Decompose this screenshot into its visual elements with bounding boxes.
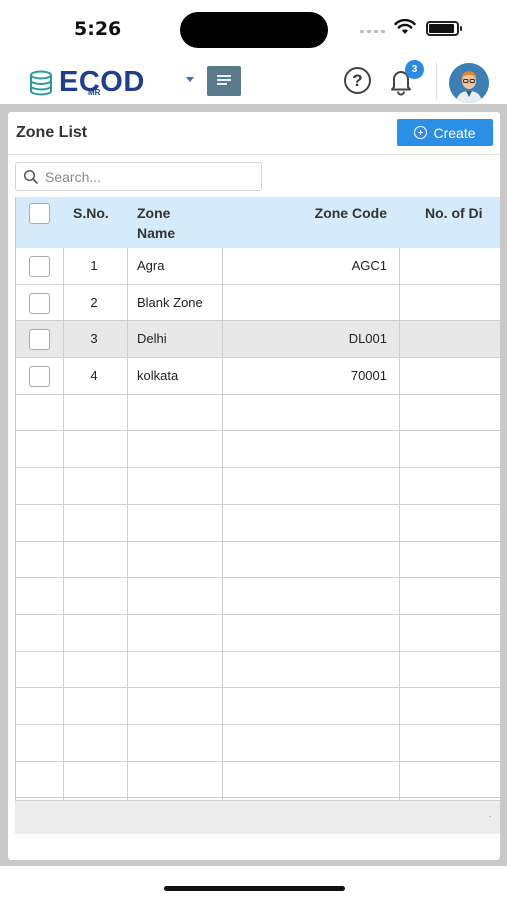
search-box[interactable]	[15, 162, 262, 191]
zone-table: S.No. Zone Name Zone Code No. of Di 1 Agr…	[15, 197, 500, 800]
table-row[interactable]: 3 Delhi DL001	[16, 321, 500, 359]
row-zone-name: Delhi	[137, 331, 167, 347]
column-divider	[399, 248, 400, 800]
column-header-zone-name[interactable]: Zone Name	[137, 203, 197, 243]
row-zone-code: AGC1	[351, 258, 387, 273]
help-button[interactable]: ?	[344, 67, 371, 94]
column-header-sno[interactable]: S.No.	[73, 203, 109, 223]
empty-table-row	[16, 432, 500, 469]
row-sno: 1	[90, 258, 98, 273]
column-divider	[222, 248, 223, 800]
empty-table-row	[16, 725, 500, 762]
cellular-signal-icon	[360, 30, 385, 33]
row-checkbox[interactable]	[29, 366, 50, 388]
row-zone-code: 70001	[350, 368, 387, 384]
status-bar: 5:26	[0, 0, 507, 58]
chevron-down-icon[interactable]	[186, 77, 194, 82]
empty-table-row	[16, 615, 500, 652]
empty-table-row	[16, 688, 500, 726]
ecod-logo[interactable]: ECOD	[28, 66, 145, 99]
column-divider	[63, 248, 64, 800]
app-header: ECOD MR ? 3	[0, 58, 507, 104]
table-row[interactable]: 2 Blank Zone	[16, 285, 500, 322]
footer-marker: .	[489, 810, 492, 819]
empty-table-row	[16, 395, 500, 432]
search-icon	[23, 169, 38, 184]
empty-table-row	[16, 578, 500, 615]
row-zone-code: DL001	[348, 331, 387, 347]
column-header-districts[interactable]: No. of Di	[425, 203, 483, 223]
dynamic-island	[180, 12, 328, 48]
empty-table-row	[16, 542, 500, 579]
status-time: 5:26	[74, 18, 122, 40]
menu-toggle-button[interactable]	[207, 66, 241, 96]
divider	[8, 154, 500, 155]
plus-circle-icon	[414, 126, 428, 139]
row-zone-name: Agra	[137, 258, 165, 273]
table-footer: .	[15, 800, 500, 834]
search-input[interactable]	[45, 168, 255, 185]
create-button-label: Create	[433, 124, 476, 141]
empty-table-row	[16, 652, 500, 689]
select-all-checkbox[interactable]	[29, 203, 50, 224]
logo-text: ECOD	[59, 66, 145, 98]
row-zone-name: kolkata	[137, 368, 179, 384]
home-area	[0, 866, 507, 900]
notification-badge: 3	[405, 60, 424, 79]
page-title: Zone List	[16, 124, 88, 141]
table-row[interactable]: 4 kolkata 70001	[16, 358, 500, 395]
wifi-icon	[394, 18, 416, 34]
table-header: S.No. Zone Name Zone Code No. of Di	[16, 197, 500, 248]
create-button[interactable]: Create	[397, 119, 493, 146]
user-avatar[interactable]	[449, 63, 489, 103]
empty-table-row	[16, 468, 500, 505]
empty-table-row	[16, 505, 500, 542]
header-divider	[436, 62, 437, 100]
row-sno: 2	[90, 294, 98, 310]
database-icon	[30, 70, 52, 95]
row-checkbox[interactable]	[29, 292, 50, 314]
row-sno: 4	[90, 368, 98, 384]
battery-icon	[426, 21, 462, 36]
logo-subtext: MR	[88, 88, 101, 97]
column-header-zone-code[interactable]: Zone Code	[222, 203, 397, 223]
row-sno: 3	[90, 331, 98, 347]
table-row[interactable]: 1 Agra AGC1	[16, 248, 500, 285]
column-divider	[127, 248, 128, 800]
empty-table-row	[16, 762, 500, 799]
user-icon	[449, 63, 489, 103]
home-indicator[interactable]	[164, 886, 345, 891]
row-checkbox[interactable]	[29, 256, 50, 277]
row-zone-name: Blank Zone	[137, 294, 203, 310]
row-checkbox[interactable]	[29, 329, 50, 351]
zone-list-card: Zone List Create S.No. Zone Name Zone Co…	[8, 112, 500, 860]
